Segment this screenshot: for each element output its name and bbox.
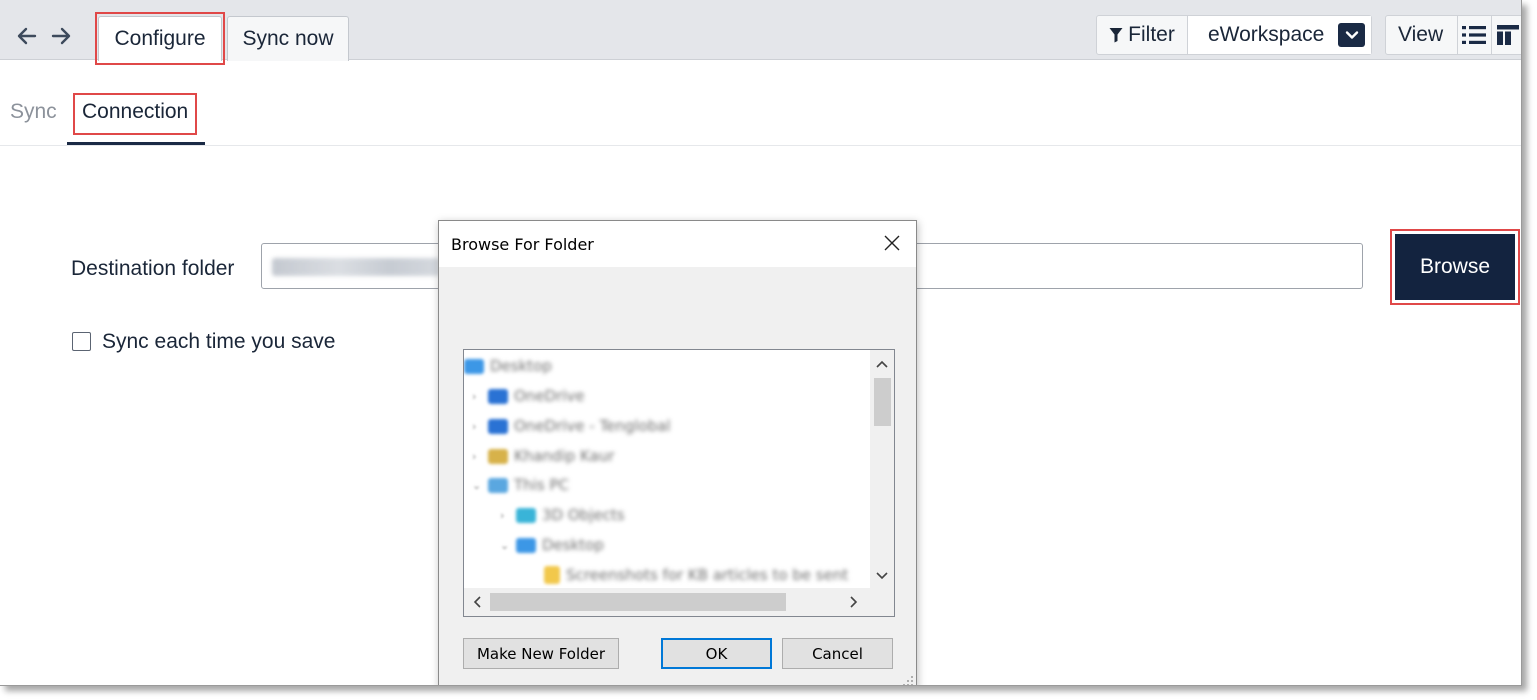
chevron-right-icon: ›	[472, 449, 477, 463]
list-view-icon[interactable]	[1457, 16, 1490, 54]
tree-item-this-pc[interactable]: ⌄ This PC	[472, 474, 569, 496]
dialog-titlebar: Browse For Folder	[439, 221, 916, 267]
tree-item-label: OneDrive	[514, 387, 585, 405]
scroll-down-icon[interactable]	[870, 564, 894, 588]
tree-item-onedrive[interactable]: › OneDrive	[472, 385, 585, 407]
tree-item-label: 3D Objects	[542, 506, 625, 524]
tree-item-desktop-root[interactable]: Desktop	[464, 355, 552, 377]
sync-on-save-checkbox[interactable]	[72, 332, 91, 351]
browse-for-folder-dialog: Browse For Folder Desktop › OneDrive › O…	[438, 220, 917, 686]
cloud-icon	[488, 388, 508, 404]
folder-icon	[544, 566, 560, 584]
chevron-down-icon: ⌄	[472, 478, 482, 492]
scroll-up-icon[interactable]	[870, 352, 894, 376]
make-new-folder-label: Make New Folder	[476, 644, 606, 663]
subtab-sync[interactable]: Sync	[10, 100, 57, 124]
view-toolbar-group: View	[1385, 15, 1521, 55]
workspace-select[interactable]: eWorkspace	[1188, 16, 1371, 54]
folder-tree-rows: Desktop › OneDrive › OneDrive - Tengloba…	[464, 350, 870, 588]
horizontal-scroll-thumb[interactable]	[490, 593, 786, 611]
workspace-select-value: eWorkspace	[1208, 23, 1325, 46]
tree-item-onedrive-org[interactable]: › OneDrive - Tenglobal	[472, 415, 671, 437]
filter-toolbar-group: Filter eWorkspace	[1096, 15, 1372, 55]
dialog-title: Browse For Folder	[451, 235, 594, 254]
user-folder-icon	[488, 448, 508, 464]
layout-view-icon[interactable]	[1490, 16, 1521, 54]
make-new-folder-button[interactable]: Make New Folder	[463, 638, 619, 669]
subtab-connection[interactable]: Connection	[82, 100, 188, 124]
cloud-icon	[488, 418, 508, 434]
resize-grip-icon[interactable]	[902, 675, 914, 686]
scroll-right-icon[interactable]	[842, 590, 866, 614]
chevron-right-icon: ›	[472, 419, 477, 433]
tab-configure-label: Configure	[114, 27, 206, 50]
top-toolbar: Configure Sync now Filter eWorkspace Vie…	[0, 0, 1521, 61]
cancel-button[interactable]: Cancel	[782, 638, 893, 669]
chevron-down-icon: ⌄	[500, 538, 510, 552]
tree-item-screenshots[interactable]: Screenshots for KB articles to be sent	[540, 564, 848, 586]
tree-item-user[interactable]: › Khandip Kaur	[472, 445, 614, 467]
tab-configure[interactable]: Configure	[98, 16, 222, 61]
redacted-path	[272, 258, 440, 276]
desktop-folder-icon	[516, 537, 536, 553]
ok-button-label: OK	[705, 644, 728, 663]
tree-item-label: Khandip Kaur	[514, 447, 615, 465]
destination-folder-label: Destination folder	[71, 257, 235, 280]
tree-item-label: OneDrive - Tenglobal	[514, 417, 671, 435]
arrow-left-icon[interactable]	[13, 22, 41, 50]
tree-item-label: Desktop	[490, 357, 552, 375]
ok-button[interactable]: OK	[661, 638, 772, 669]
close-icon[interactable]	[882, 233, 902, 253]
vertical-scrollbar[interactable]	[870, 350, 894, 588]
browse-button[interactable]: Browse	[1395, 234, 1515, 300]
browse-button-label: Browse	[1419, 255, 1491, 278]
tree-item-label: Screenshots for KB articles to be sent	[566, 566, 849, 584]
filter-icon	[1109, 28, 1123, 43]
view-button[interactable]: View	[1386, 16, 1457, 54]
folder-tree[interactable]: Desktop › OneDrive › OneDrive - Tengloba…	[463, 349, 895, 617]
computer-icon	[488, 477, 508, 493]
chevron-down-icon	[1338, 23, 1365, 47]
tab-sync-now-label: Sync now	[242, 27, 334, 50]
sync-on-save-label: Sync each time you save	[102, 330, 336, 353]
arrow-right-icon[interactable]	[47, 22, 75, 50]
3d-objects-icon	[516, 507, 536, 523]
filter-button-label: Filter	[1128, 23, 1175, 46]
horizontal-scrollbar[interactable]	[464, 588, 870, 616]
active-tab-underline	[67, 142, 205, 145]
tree-item-desktop[interactable]: ⌄ Desktop	[500, 534, 604, 556]
tree-item-label: Desktop	[542, 536, 604, 554]
scroll-left-icon[interactable]	[465, 590, 489, 614]
cancel-button-label: Cancel	[812, 644, 863, 663]
chevron-right-icon: ›	[500, 508, 505, 522]
tab-sync-now[interactable]: Sync now	[227, 16, 349, 61]
tree-item-3d-objects[interactable]: › 3D Objects	[500, 504, 625, 526]
sub-tabs: Sync Connection	[0, 80, 1521, 146]
view-button-label: View	[1398, 23, 1444, 46]
scroll-corner	[870, 588, 894, 616]
chevron-right-icon: ›	[472, 389, 477, 403]
filter-button[interactable]: Filter	[1097, 16, 1188, 54]
tree-item-label: This PC	[514, 476, 569, 494]
desktop-folder-icon	[464, 358, 484, 374]
app-window: Configure Sync now Filter eWorkspace Vie…	[0, 0, 1522, 686]
vertical-scroll-thumb[interactable]	[874, 378, 891, 426]
